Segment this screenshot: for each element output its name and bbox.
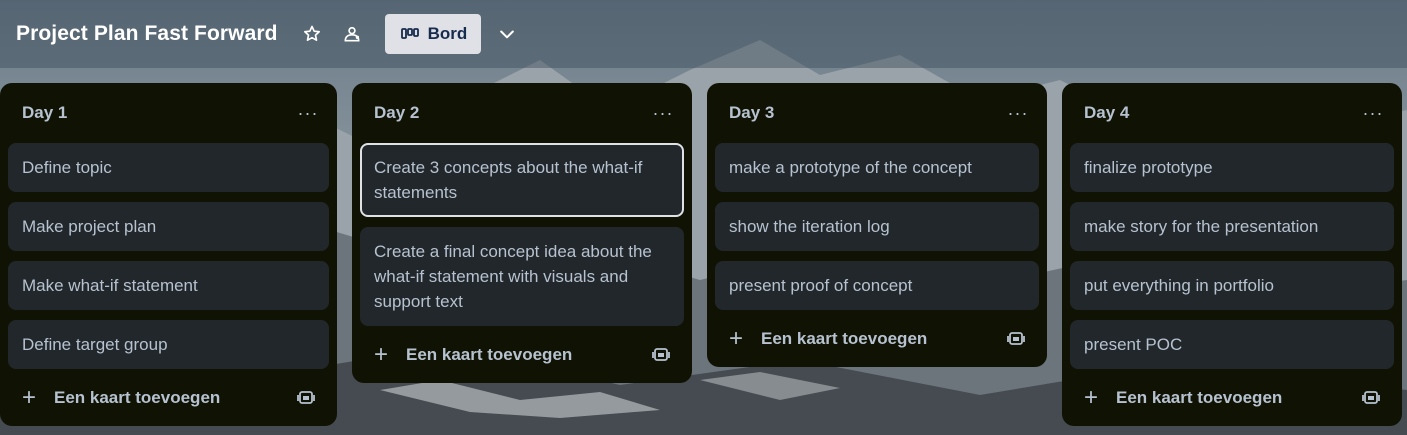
card-list: make a prototype of the concept show the… xyxy=(715,143,1039,310)
add-card-label: Een kaart toevoegen xyxy=(1116,387,1283,407)
card-list: finalize prototype make story for the pr… xyxy=(1070,143,1394,369)
card[interactable]: finalize prototype xyxy=(1070,143,1394,192)
board-header: Project Plan Fast Forward Bord xyxy=(0,0,1407,68)
card-template-icon[interactable] xyxy=(652,347,670,363)
list-footer: + Een kaart toevoegen xyxy=(1070,369,1394,426)
card[interactable]: present proof of concept xyxy=(715,261,1039,310)
board-view-label: Bord xyxy=(427,24,468,43)
board-title[interactable]: Project Plan Fast Forward xyxy=(16,22,278,46)
add-card-button[interactable]: + Een kaart toevoegen xyxy=(370,340,573,368)
card[interactable]: make story for the presentation xyxy=(1070,202,1394,251)
card-template-icon[interactable] xyxy=(1362,390,1380,406)
more-icon[interactable]: ··· xyxy=(293,101,323,125)
list-footer: + Een kaart toevoegen xyxy=(715,310,1039,367)
list-day-1: Day 1 ··· Define topic Make project plan… xyxy=(0,83,337,426)
card[interactable]: Define topic xyxy=(8,143,329,192)
add-card-label: Een kaart toevoegen xyxy=(761,328,928,348)
add-card-label: Een kaart toevoegen xyxy=(406,344,573,364)
add-card-button[interactable]: + Een kaart toevoegen xyxy=(18,383,221,411)
list-title[interactable]: Day 4 xyxy=(1084,103,1129,123)
card[interactable]: present POC xyxy=(1070,320,1394,369)
card[interactable]: Make project plan xyxy=(8,202,329,251)
list-title[interactable]: Day 3 xyxy=(729,103,774,123)
card-template-icon[interactable] xyxy=(1007,331,1025,347)
card-list: Define topic Make project plan Make what… xyxy=(8,143,329,369)
card[interactable]: Define target group xyxy=(8,320,329,369)
list-day-4: Day 4 ··· finalize prototype make story … xyxy=(1062,83,1402,426)
add-card-label: Een kaart toevoegen xyxy=(54,387,221,407)
card[interactable]: put everything in portfolio xyxy=(1070,261,1394,310)
card[interactable]: Create 3 concepts about the what-if stat… xyxy=(360,143,684,217)
plus-icon: + xyxy=(373,340,388,368)
list-day-2: Day 2 ··· Create 3 concepts about the wh… xyxy=(352,83,692,383)
card[interactable]: show the iteration log xyxy=(715,202,1039,251)
chevron-down-icon[interactable] xyxy=(491,18,523,50)
card[interactable]: make a prototype of the concept xyxy=(715,143,1039,192)
plus-icon: + xyxy=(728,324,743,352)
more-icon[interactable]: ··· xyxy=(1003,101,1033,125)
add-card-button[interactable]: + Een kaart toevoegen xyxy=(1080,383,1283,411)
plus-icon: + xyxy=(1083,383,1098,411)
board-view-button[interactable]: Bord xyxy=(384,14,482,54)
star-icon[interactable] xyxy=(296,18,328,50)
card[interactable]: Create a final concept idea about the wh… xyxy=(360,227,684,326)
list-day-3: Day 3 ··· make a prototype of the concep… xyxy=(707,83,1047,367)
plus-icon: + xyxy=(21,383,36,411)
list-header: Day 3 ··· xyxy=(715,83,1039,143)
list-header: Day 4 ··· xyxy=(1070,83,1394,143)
card[interactable]: Make what-if statement xyxy=(8,261,329,310)
board-view-icon xyxy=(400,27,419,41)
list-footer: + Een kaart toevoegen xyxy=(360,326,684,383)
card-template-icon[interactable] xyxy=(297,390,315,406)
more-icon[interactable]: ··· xyxy=(648,101,678,125)
list-header: Day 2 ··· xyxy=(360,83,684,143)
add-card-button[interactable]: + Een kaart toevoegen xyxy=(725,324,928,352)
team-visibility-icon[interactable] xyxy=(336,18,368,50)
list-header: Day 1 ··· xyxy=(8,83,329,143)
list-title[interactable]: Day 1 xyxy=(22,103,67,123)
list-footer: + Een kaart toevoegen xyxy=(8,369,329,426)
list-title[interactable]: Day 2 xyxy=(374,103,419,123)
card-list: Create 3 concepts about the what-if stat… xyxy=(360,143,684,326)
more-icon[interactable]: ··· xyxy=(1358,101,1388,125)
